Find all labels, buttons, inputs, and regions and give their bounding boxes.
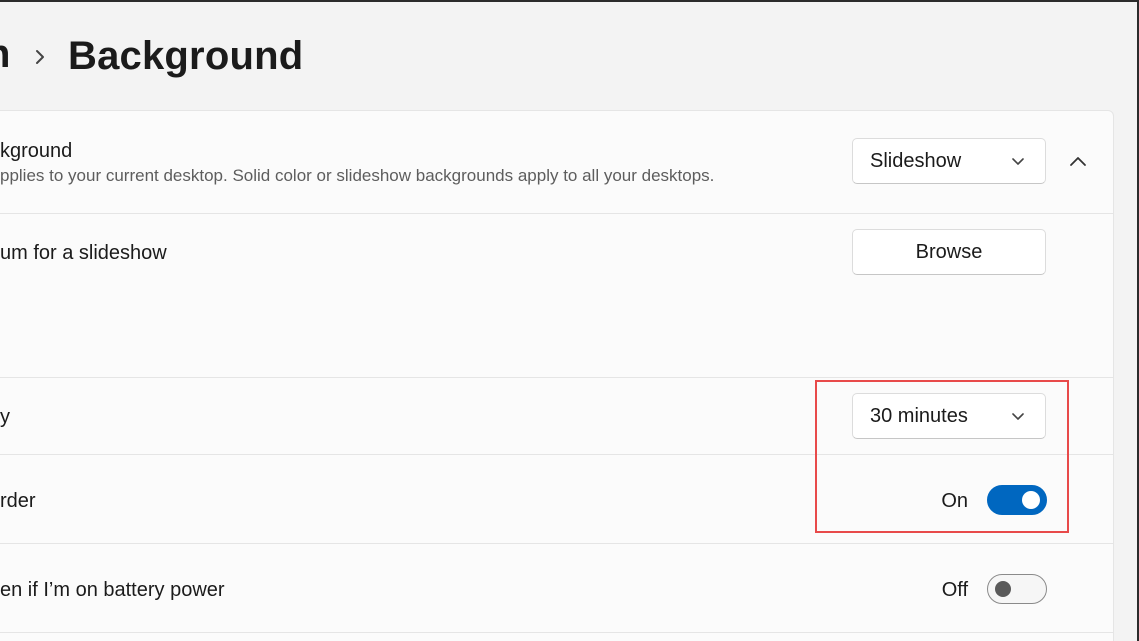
background-type-value: Slideshow	[870, 150, 962, 172]
background-setting-description: pplies to your current desktop. Solid co…	[0, 166, 715, 185]
interval-setting-title: y	[0, 406, 10, 428]
breadcrumb-parent-link[interactable]: n	[0, 32, 10, 77]
toggle-knob	[995, 580, 1011, 597]
settings-window: n Background kground pplies to your curr…	[0, 0, 1139, 641]
chevron-right-icon	[36, 50, 44, 64]
browse-button[interactable]: Browse	[852, 229, 1046, 275]
interval-value: 30 minutes	[870, 405, 968, 427]
background-setting-title: kground	[0, 140, 73, 162]
page-title: Background	[68, 34, 304, 78]
chevron-down-icon	[1012, 413, 1024, 420]
next-setting-card	[0, 632, 1114, 641]
chevron-down-icon	[1012, 158, 1024, 165]
battery-setting-title: en if I’m on battery power	[0, 579, 225, 601]
battery-toggle[interactable]	[987, 574, 1047, 604]
toggle-knob	[1022, 491, 1040, 509]
album-setting-title: um for a slideshow	[0, 242, 167, 264]
chevron-up-icon[interactable]	[1068, 154, 1088, 168]
interval-dropdown[interactable]: 30 minutes	[852, 393, 1046, 439]
shuffle-setting-title: rder	[0, 490, 36, 512]
shuffle-toggle[interactable]	[987, 485, 1047, 515]
shuffle-toggle-state: On	[941, 490, 968, 512]
background-type-dropdown[interactable]: Slideshow	[852, 138, 1046, 184]
battery-toggle-state: Off	[941, 579, 968, 601]
